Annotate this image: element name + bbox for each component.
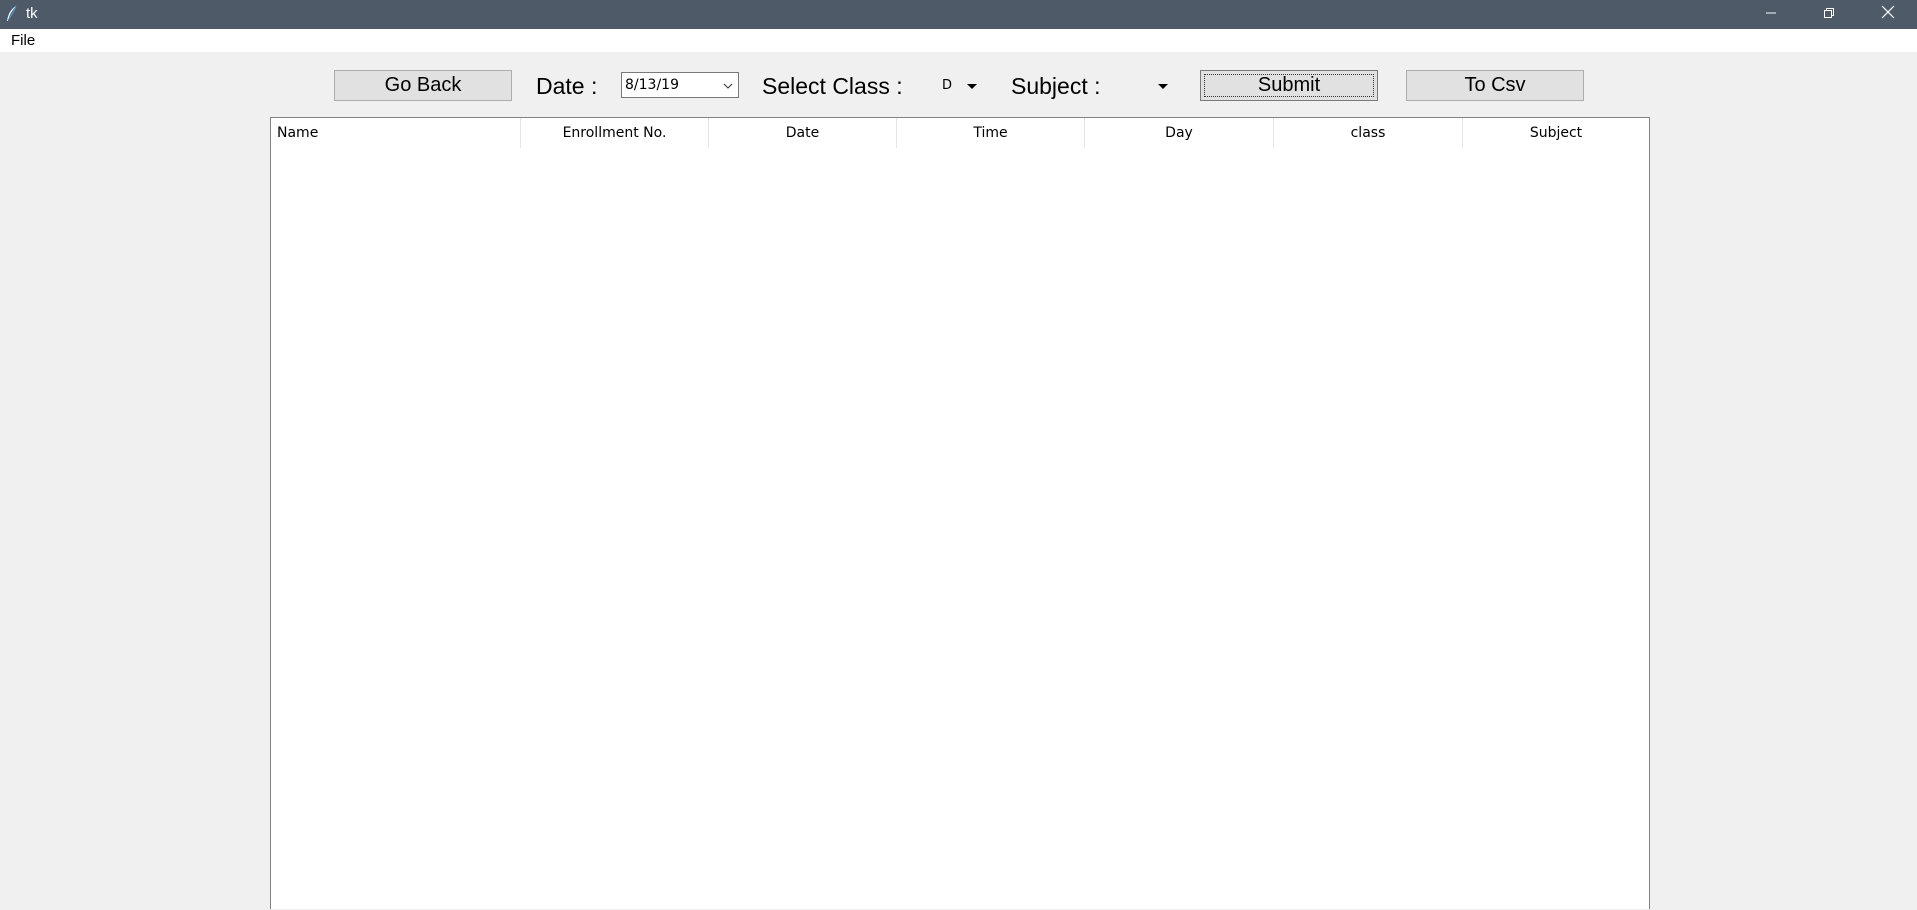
column-header-subject[interactable]: Subject	[1463, 118, 1649, 148]
chevron-down-icon[interactable]	[722, 79, 734, 91]
menu-bar: File	[0, 29, 1917, 52]
column-header-day[interactable]: Day	[1085, 118, 1274, 148]
table-header: Name Enrollment No. Date Time Day class …	[271, 118, 1649, 148]
date-value: 8/13/19	[625, 77, 679, 93]
column-header-class[interactable]: class	[1274, 118, 1463, 148]
maximize-button[interactable]	[1800, 0, 1858, 29]
class-dropdown[interactable]: D	[936, 73, 981, 99]
focus-ring	[1204, 74, 1374, 97]
class-value: D	[942, 78, 953, 93]
column-header-name[interactable]: Name	[271, 118, 521, 148]
submit-button[interactable]: Submit	[1200, 70, 1378, 101]
feather-icon	[5, 5, 19, 23]
date-picker[interactable]: 8/13/19	[621, 72, 739, 98]
select-class-label: Select Class :	[762, 73, 903, 99]
go-back-button[interactable]: Go Back	[334, 70, 512, 101]
close-icon	[1881, 5, 1895, 24]
minimize-button[interactable]	[1742, 0, 1800, 29]
attendance-table[interactable]: Name Enrollment No. Date Time Day class …	[270, 117, 1650, 909]
column-header-time[interactable]: Time	[897, 118, 1085, 148]
column-header-date[interactable]: Date	[709, 118, 897, 148]
title-bar: tk	[0, 0, 1917, 29]
minimize-icon	[1765, 6, 1777, 24]
table-body	[271, 148, 1649, 910]
date-label: Date :	[536, 73, 598, 99]
menu-file[interactable]: File	[9, 32, 37, 49]
subject-label: Subject :	[1011, 73, 1101, 99]
column-header-enrollment[interactable]: Enrollment No.	[521, 118, 709, 148]
to-csv-button[interactable]: To Csv	[1406, 70, 1584, 101]
close-button[interactable]	[1859, 0, 1917, 29]
dropdown-arrow-icon	[1158, 84, 1168, 89]
dropdown-arrow-icon	[967, 84, 977, 89]
window-title: tk	[26, 5, 38, 22]
subject-dropdown[interactable]	[1120, 73, 1170, 99]
maximize-icon	[1823, 6, 1835, 24]
